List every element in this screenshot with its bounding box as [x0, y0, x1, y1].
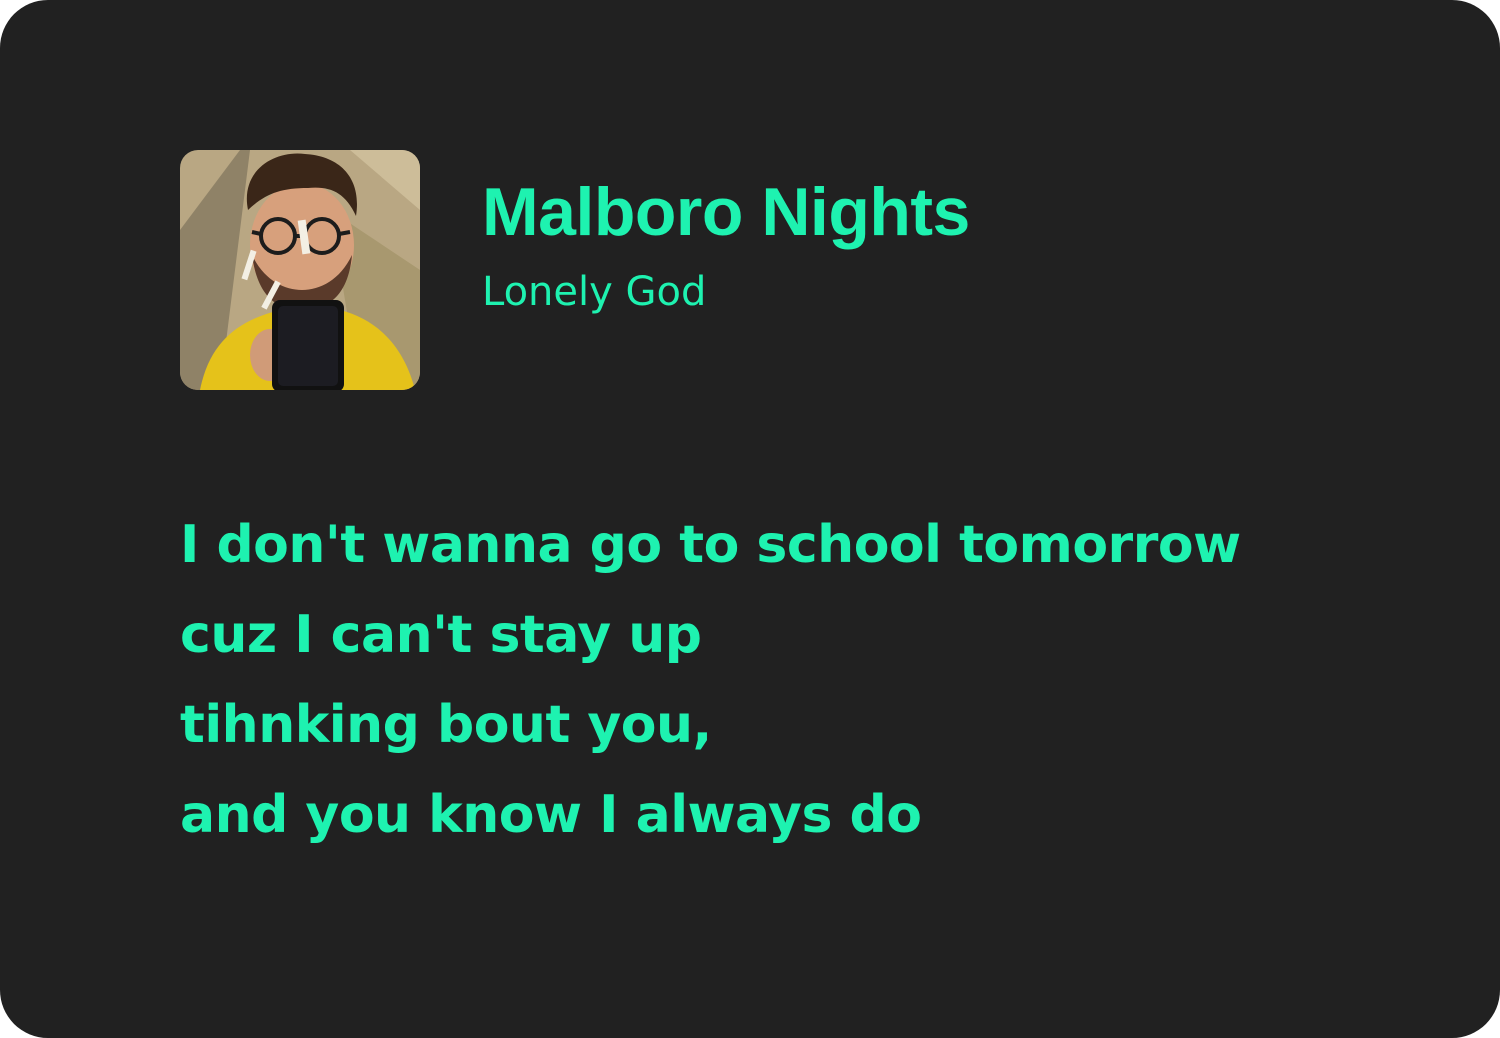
lyric-line: and you know I always do — [180, 785, 922, 845]
lyric-line: tihnking bout you, — [180, 695, 712, 755]
track-meta: Malboro Nights Lonely God — [482, 150, 970, 318]
track-title: Malboro Nights — [482, 174, 970, 250]
lyrics-share-card: Malboro Nights Lonely God I don't wanna … — [0, 0, 1500, 1038]
lyric-line: I don't wanna go to school tomorrow — [180, 515, 1241, 575]
lyrics-block: I don't wanna go to school tomorrow cuz … — [180, 500, 1241, 860]
track-header: Malboro Nights Lonely God — [180, 150, 970, 390]
artist-name: Lonely God — [482, 269, 707, 315]
album-cover-photo — [180, 150, 420, 390]
lyric-line: cuz I can't stay up — [180, 605, 702, 665]
album-cover — [180, 150, 420, 390]
